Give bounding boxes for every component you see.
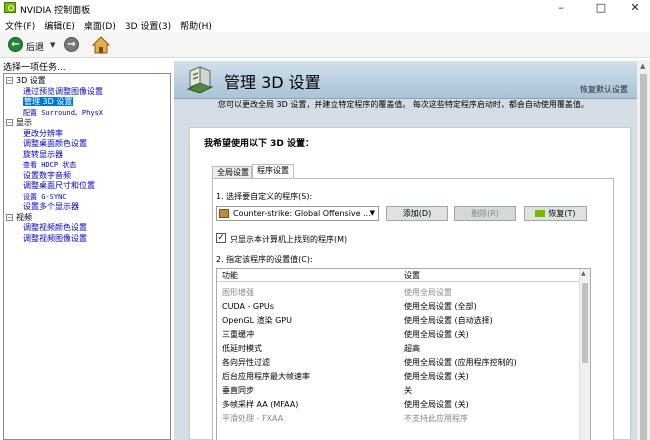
column-feature: 功能 <box>222 271 238 280</box>
page-scrollbar[interactable]: ▲ <box>637 60 650 440</box>
table-row[interactable]: 平滑处理 - FXAA 不支持此应用程序 <box>217 412 580 426</box>
table-row[interactable]: OpenGL 渲染 GPU 使用全局设置 (自动选择) <box>217 314 580 328</box>
3d-settings-icon <box>184 65 216 95</box>
tree-category-display[interactable]: − 显示 <box>4 118 170 129</box>
window-title: NVIDIA 控制面板 <box>20 6 91 16</box>
forward-button[interactable]: → <box>64 37 79 52</box>
tree-item-desktop-color[interactable]: 调整桌面颜色设置 <box>4 139 170 150</box>
maximize-button[interactable]: □ <box>586 0 616 16</box>
table-row[interactable]: 后台应用程序最大帧速率 使用全局设置 (关) <box>217 370 580 384</box>
tree-item-hdcp-status[interactable]: 查看 HDCP 状态 <box>4 160 170 171</box>
grid-scroll-thumb[interactable] <box>582 283 588 363</box>
menu-file[interactable]: 文件(F) <box>0 17 39 32</box>
remove-program-button[interactable]: 删除(R) <box>454 206 516 221</box>
tree-item-video-image[interactable]: 调整视频图像设置 <box>4 234 170 245</box>
task-pane-header: 选择一项任务... <box>3 63 66 73</box>
scroll-up-icon[interactable]: ▲ <box>640 62 645 70</box>
menu-desktop[interactable]: 桌面(D) <box>79 17 120 32</box>
close-button[interactable]: ✕ <box>620 0 650 16</box>
menu-bar: 文件(F) 编辑(E) 桌面(D) 3D 设置(3) 帮助(H) <box>0 17 650 32</box>
toolbar: ← 后退 ▼ → <box>0 32 650 58</box>
table-row[interactable]: 各向异性过滤 使用全局设置 (应用程序控制的) <box>217 356 580 370</box>
add-program-button[interactable]: 添加(D) <box>386 206 448 221</box>
game-icon <box>219 209 229 218</box>
tree-item-gsync[interactable]: 设置 G-SYNC <box>4 192 170 203</box>
tree-item-surround-physx[interactable]: 配置 Surround、PhysX <box>4 108 170 119</box>
page-scroll-thumb[interactable] <box>640 74 647 440</box>
menu-3d-settings[interactable]: 3D 设置(3) <box>120 17 175 32</box>
column-setting: 设置 <box>404 271 420 280</box>
tree-category-3d[interactable]: −3D 设置 <box>4 76 170 87</box>
collapse-icon[interactable]: − <box>6 119 13 126</box>
page-title: 管理 3D 设置 <box>224 73 321 92</box>
table-row[interactable]: 图形增强 使用全局设置 <box>217 286 580 300</box>
tree-item-preview-image-settings[interactable]: 通过预览调整图像设置 <box>4 87 170 98</box>
nvidia-eye-icon <box>535 210 546 217</box>
tree-item-desktop-size[interactable]: 调整桌面尺寸和位置 <box>4 181 170 192</box>
chevron-down-icon[interactable]: ▼ <box>370 207 375 220</box>
collapse-icon[interactable]: − <box>6 213 13 221</box>
step1-label: 1. 选择要自定义的程序(S): <box>216 192 313 201</box>
restore-defaults-link[interactable]: 恢复默认设置 <box>580 84 628 95</box>
scroll-up-icon[interactable]: ▲ <box>581 270 586 277</box>
table-row[interactable]: CUDA - GPUs 使用全局设置 (全部) <box>217 300 580 314</box>
task-tree: −3D 设置 通过预览调整图像设置 管理 3D 设置 配置 Surround、P… <box>3 73 171 440</box>
table-row[interactable]: 多帧采样 AA (MFAA) 使用全局设置 (关) <box>217 398 580 412</box>
title-bar: NVIDIA 控制面板 – □ ✕ <box>0 0 650 16</box>
checkbox-label[interactable]: 只显示本计算机上找到的程序(M) <box>230 234 347 245</box>
back-button[interactable]: ← <box>8 37 23 52</box>
main-content: 您可以更改全局 3D 设置，并建立特定程序的覆盖值。 每次这些特定程序启动时，都… <box>174 99 650 440</box>
show-local-programs-checkbox[interactable]: ✓ <box>216 233 226 243</box>
page-header: 管理 3D 设置 恢复默认设置 <box>174 61 650 99</box>
minimize-button[interactable]: – <box>546 0 576 16</box>
menu-edit[interactable]: 编辑(E) <box>39 17 79 32</box>
collapse-icon[interactable]: − <box>6 77 13 84</box>
tree-category-video[interactable]: − 视频 <box>4 213 170 224</box>
grid-scrollbar[interactable]: ▲ <box>579 269 590 440</box>
back-label[interactable]: 后退 <box>26 40 44 53</box>
step2-label: 2. 指定该程序的设置值(C): <box>216 255 313 264</box>
settings-grid: 功能 设置 图形增强 使用全局设置 CUDA - GPUs 使用全局设置 (全部) … <box>216 268 591 440</box>
program-select[interactable]: Counter-strike: Global Offensive ... ▼ <box>216 206 379 221</box>
program-settings-pane: 1. 选择要自定义的程序(S): Counter-strike: Global … <box>212 178 614 440</box>
tab-global-settings[interactable]: 全局设置 <box>212 166 252 178</box>
menu-help[interactable]: 帮助(H) <box>175 17 216 32</box>
table-row[interactable]: 三重缓冲 使用全局设置 (关) <box>217 328 580 342</box>
tree-item-manage-3d-settings[interactable]: 管理 3D 设置 <box>4 97 170 108</box>
tree-item-video-color[interactable]: 调整视频颜色设置 <box>4 223 170 234</box>
tree-item-rotate-display[interactable]: 旋转显示器 <box>4 150 170 161</box>
panel-heading: 我希望使用以下 3D 设置： <box>204 139 315 149</box>
tree-item-multiple-displays[interactable]: 设置多个显示器 <box>4 202 170 213</box>
tree-item-change-resolution[interactable]: 更改分辨率 <box>4 129 170 140</box>
restore-program-button[interactable]: 恢复(T) <box>524 206 587 221</box>
home-icon[interactable] <box>91 36 111 54</box>
table-row[interactable]: 低延时模式 超高 <box>217 342 580 356</box>
grid-header: 功能 设置 <box>217 269 580 282</box>
table-row[interactable]: 垂直同步关 <box>217 384 580 398</box>
nvidia-app-icon <box>4 2 16 13</box>
settings-panel: 我希望使用以下 3D 设置： 全局设置 程序设置 1. 选择要自定义的程序(S)… <box>189 127 631 440</box>
page-description: 您可以更改全局 3D 设置，并建立特定程序的覆盖值。 每次这些特定程序启动时，都… <box>218 100 589 109</box>
tree-item-digital-audio[interactable]: 设置数字音频 <box>4 171 170 182</box>
back-history-chevron-icon[interactable]: ▼ <box>50 41 55 49</box>
tab-program-settings[interactable]: 程序设置 <box>252 164 294 179</box>
